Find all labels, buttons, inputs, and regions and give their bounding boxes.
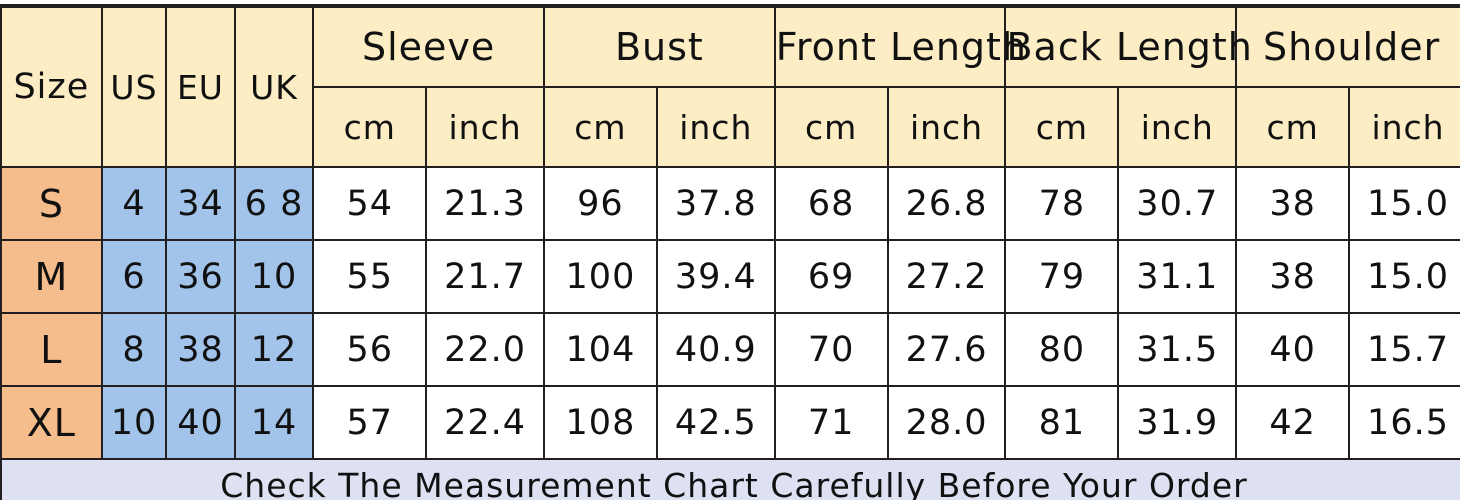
cell-size: M [0, 239, 103, 314]
header-unit-bust-cm: cm [543, 86, 658, 168]
header-unit-front-length-inch: inch [886, 86, 1007, 168]
cell-us: 6 [100, 239, 168, 314]
cell-sleeve-cm: 55 [312, 239, 428, 314]
cell-bust-inch: 39.4 [655, 239, 776, 314]
header-us: US [100, 5, 168, 168]
cell-front-length-inch: 28.0 [886, 385, 1007, 460]
header-uk: UK [233, 5, 315, 168]
header-unit-shoulder-inch: inch [1348, 86, 1460, 168]
cell-bust-inch: 42.5 [655, 385, 776, 460]
table-header: Size US EU UK Sleeve Bust Front Length B… [0, 5, 1460, 168]
cell-size: XL [0, 385, 103, 460]
cell-sleeve-cm: 57 [312, 385, 428, 460]
cell-bust-inch: 40.9 [655, 312, 776, 387]
header-unit-shoulder-cm: cm [1235, 86, 1351, 168]
cell-shoulder-cm: 38 [1235, 166, 1351, 241]
cell-back-length-inch: 31.9 [1117, 385, 1238, 460]
header-eu: EU [165, 5, 236, 168]
cell-bust-inch: 37.8 [655, 166, 776, 241]
table-row: L 8 38 12 56 22.0 104 40.9 70 27.6 80 31… [0, 312, 1460, 387]
size-chart-container: Size US EU UK Sleeve Bust Front Length B… [0, 0, 1460, 500]
header-unit-back-length-inch: inch [1117, 86, 1238, 168]
cell-front-length-cm: 68 [773, 166, 889, 241]
cell-back-length-cm: 80 [1004, 312, 1120, 387]
header-group-front-length: Front Length [773, 5, 1026, 88]
table-row: S 4 34 6 8 54 21.3 96 37.8 68 26.8 78 30… [0, 166, 1460, 241]
cell-shoulder-inch: 15.7 [1348, 312, 1460, 387]
cell-sleeve-cm: 56 [312, 312, 428, 387]
header-unit-bust-inch: inch [655, 86, 776, 168]
cell-uk: 10 [233, 239, 315, 314]
cell-shoulder-inch: 16.5 [1348, 385, 1460, 460]
header-unit-back-length-cm: cm [1004, 86, 1120, 168]
cell-bust-cm: 96 [543, 166, 658, 241]
cell-front-length-inch: 27.2 [886, 239, 1007, 314]
cell-uk: 14 [233, 385, 315, 460]
cell-eu: 34 [165, 166, 236, 241]
cell-size: S [0, 166, 103, 241]
cell-shoulder-inch: 15.0 [1348, 166, 1460, 241]
header-size: Size [0, 5, 103, 168]
cell-us: 10 [100, 385, 168, 460]
footer-row: Check The Measurement Chart Carefully Be… [0, 458, 1460, 500]
cell-sleeve-inch: 22.0 [425, 312, 546, 387]
cell-bust-cm: 100 [543, 239, 658, 314]
cell-front-length-cm: 71 [773, 385, 889, 460]
cell-back-length-inch: 31.5 [1117, 312, 1238, 387]
table-body: S 4 34 6 8 54 21.3 96 37.8 68 26.8 78 30… [0, 166, 1460, 460]
cell-us: 4 [100, 166, 168, 241]
cell-back-length-inch: 30.7 [1117, 166, 1238, 241]
cell-size: L [0, 312, 103, 387]
cell-eu: 40 [165, 385, 236, 460]
cell-shoulder-cm: 38 [1235, 239, 1351, 314]
cell-back-length-inch: 31.1 [1117, 239, 1238, 314]
cell-front-length-cm: 70 [773, 312, 889, 387]
cell-shoulder-inch: 15.0 [1348, 239, 1460, 314]
cell-eu: 38 [165, 312, 236, 387]
header-unit-front-length-cm: cm [773, 86, 889, 168]
cell-bust-cm: 104 [543, 312, 658, 387]
header-group-bust: Bust [543, 5, 776, 88]
header-group-shoulder: Shoulder [1235, 5, 1460, 88]
cell-uk: 12 [233, 312, 315, 387]
size-chart-table: Size US EU UK Sleeve Bust Front Length B… [0, 4, 1460, 500]
cell-front-length-inch: 27.6 [886, 312, 1007, 387]
table-row: M 6 36 10 55 21.7 100 39.4 69 27.2 79 31… [0, 239, 1460, 314]
cell-front-length-cm: 69 [773, 239, 889, 314]
cell-shoulder-cm: 40 [1235, 312, 1351, 387]
cell-sleeve-inch: 22.4 [425, 385, 546, 460]
header-group-sleeve: Sleeve [312, 5, 546, 88]
cell-sleeve-inch: 21.7 [425, 239, 546, 314]
cell-bust-cm: 108 [543, 385, 658, 460]
table-row: XL 10 40 14 57 22.4 108 42.5 71 28.0 81 … [0, 385, 1460, 460]
cell-sleeve-inch: 21.3 [425, 166, 546, 241]
measurement-warning-note: Check The Measurement Chart Carefully Be… [0, 458, 1460, 500]
cell-back-length-cm: 78 [1004, 166, 1120, 241]
cell-sleeve-cm: 54 [312, 166, 428, 241]
cell-uk: 6 8 [233, 166, 315, 241]
table-footer: Check The Measurement Chart Carefully Be… [0, 458, 1460, 500]
header-unit-sleeve-cm: cm [312, 86, 428, 168]
cell-front-length-inch: 26.8 [886, 166, 1007, 241]
cell-us: 8 [100, 312, 168, 387]
cell-back-length-cm: 79 [1004, 239, 1120, 314]
header-row-groups: Size US EU UK Sleeve Bust Front Length B… [0, 5, 1460, 168]
header-unit-sleeve-inch: inch [425, 86, 546, 168]
cell-back-length-cm: 81 [1004, 385, 1120, 460]
cell-eu: 36 [165, 239, 236, 314]
cell-shoulder-cm: 42 [1235, 385, 1351, 460]
header-group-back-length: Back Length [1004, 5, 1252, 88]
